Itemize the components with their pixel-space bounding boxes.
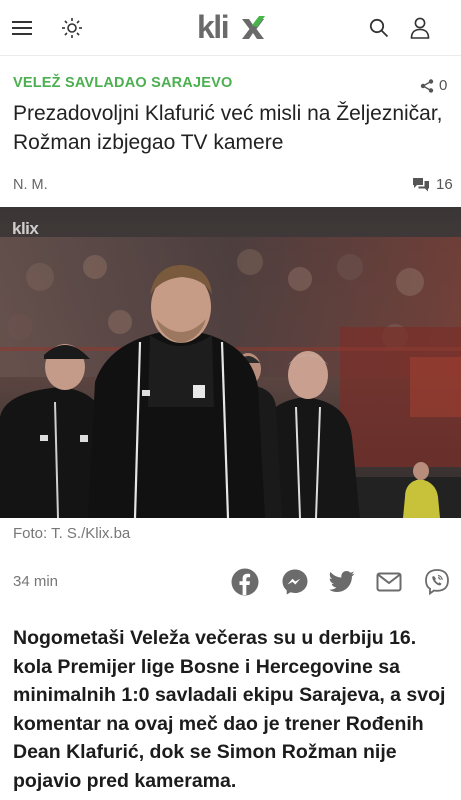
- facebook-share-button[interactable]: [229, 566, 261, 598]
- facebook-icon: [231, 568, 259, 596]
- share-icon: [420, 78, 434, 93]
- viber-icon: [425, 569, 449, 596]
- email-share-button[interactable]: [373, 566, 405, 598]
- share-count[interactable]: 0: [420, 77, 447, 94]
- search-button[interactable]: [361, 10, 397, 46]
- article-time: 34 min: [13, 573, 59, 590]
- user-icon: [410, 17, 430, 39]
- messenger-share-button[interactable]: [279, 566, 311, 598]
- article-author[interactable]: N. M.: [13, 177, 48, 193]
- menu-button[interactable]: [4, 10, 40, 46]
- article-lead: Nogometaši Veleža večeras su u derbiju 1…: [13, 627, 446, 792]
- photo-watermark: klix: [12, 219, 39, 238]
- twitter-share-button[interactable]: [326, 566, 358, 598]
- article-photo[interactable]: klix: [0, 207, 461, 518]
- photo-caption: Foto: T. S./Klix.ba: [13, 525, 131, 542]
- top-bar: kli: [0, 0, 461, 56]
- comments-icon: [413, 177, 429, 191]
- article-kicker[interactable]: VELEŽ SAVLADAO SARAJEVO: [13, 75, 232, 91]
- mail-icon: [376, 572, 402, 592]
- article-headline: Prezadovoljni Klafurić već misli na Želj…: [13, 102, 443, 154]
- comments-count[interactable]: 16: [412, 176, 453, 193]
- photo-illustration: [0, 207, 461, 518]
- sun-icon: [62, 18, 82, 38]
- viber-share-button[interactable]: [421, 566, 453, 598]
- messenger-icon: [282, 569, 308, 595]
- search-icon: [369, 18, 389, 38]
- klix-logo[interactable]: kli: [196, 8, 270, 48]
- user-button[interactable]: [402, 10, 438, 46]
- menu-icon: [12, 21, 32, 35]
- theme-toggle-button[interactable]: [54, 10, 90, 46]
- klix-logo-mark: kli: [197, 11, 265, 45]
- share-count-value: 0: [439, 77, 448, 94]
- twitter-icon: [329, 571, 355, 592]
- comments-count-value: 16: [436, 176, 453, 193]
- svg-text:kli: kli: [197, 11, 228, 45]
